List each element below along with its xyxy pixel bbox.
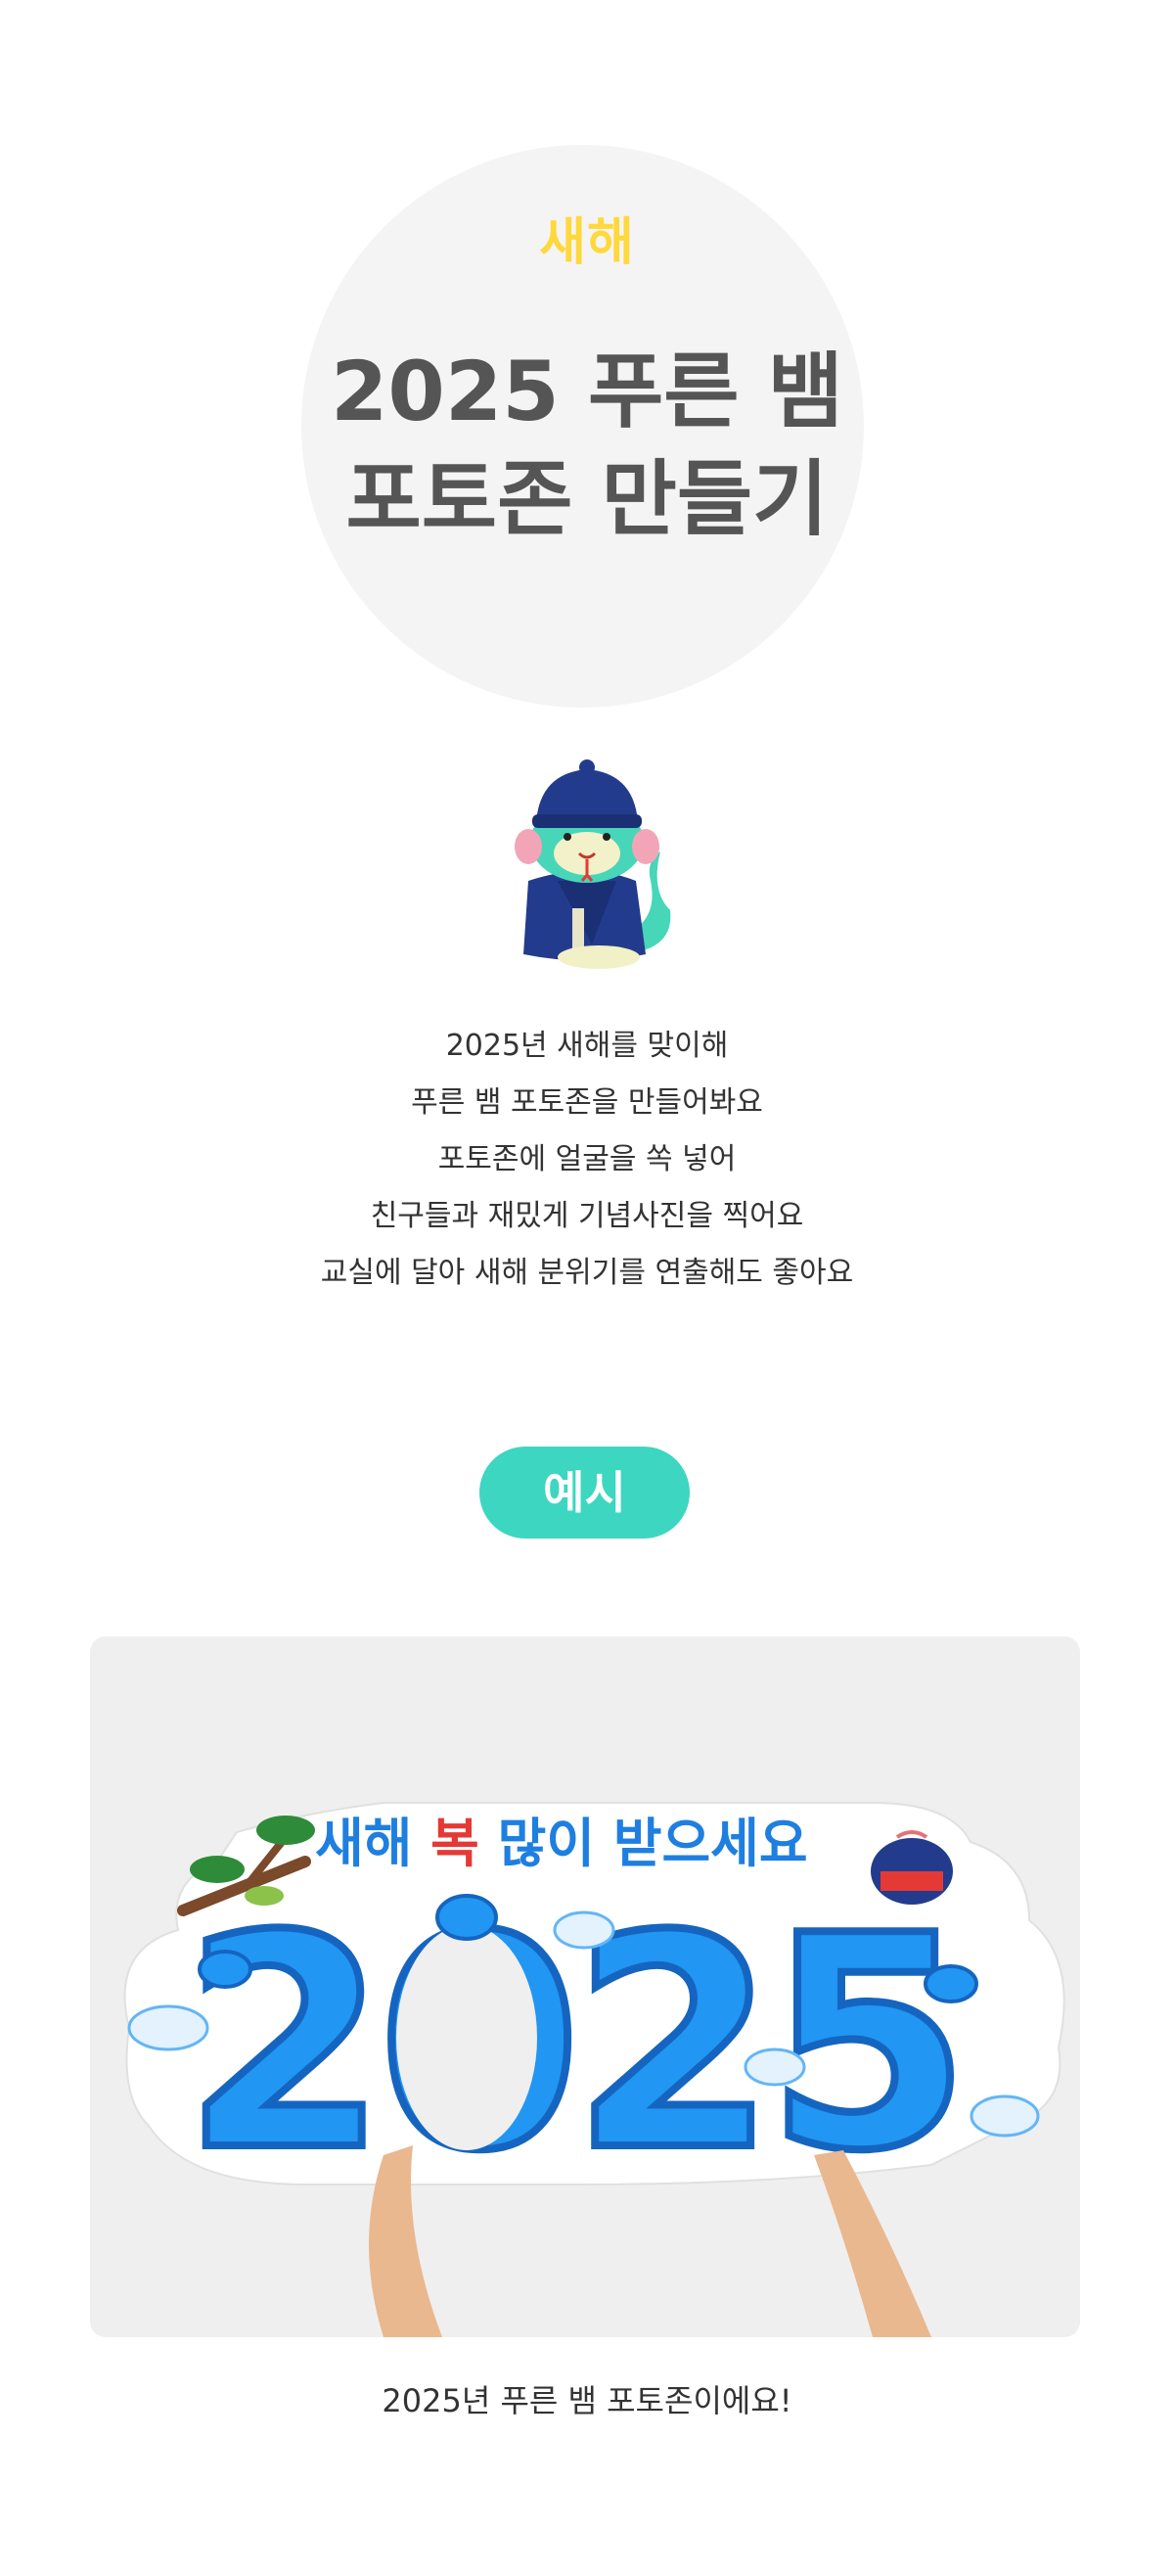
description-line: 교실에 달아 새해 분위기를 연출해도 좋아요: [320, 1256, 854, 1290]
snake-mascot-illustration: [515, 759, 671, 969]
photozone-illustration: 새해 복 많이 받으세요 2025: [123, 1802, 1065, 2337]
hero-eyebrow: 새해: [539, 213, 635, 272]
description-block: 2025년 새해를 맞이해 푸른 뱀 포토존을 만들어봐요 포토존에 얼굴을 쏙…: [0, 1018, 1174, 1302]
banner-text: 새해 복 많이 받으세요: [315, 1813, 808, 1874]
description-line: 포토존에 얼굴을 쏙 넣어: [437, 1142, 737, 1176]
hero-title-line1: 2025 푸른 뱀: [330, 344, 844, 439]
hero-title: 2025 푸른 뱀 포토존 만들기: [0, 338, 1174, 553]
photo-caption: 2025년 푸른 뱀 포토존이에요!: [382, 2382, 792, 2419]
description-line: 친구들과 재밌게 기념사진을 찍어요: [370, 1199, 804, 1233]
description-line: 푸른 뱀 포토존을 만들어봐요: [411, 1085, 763, 1120]
description-line: 2025년 새해를 맞이해: [445, 1029, 729, 1063]
example-photo: 새해 복 많이 받으세요 2025: [90, 1636, 1080, 2337]
hero-title-line2: 포토존 만들기: [345, 451, 829, 547]
example-pill: 예시: [479, 1447, 690, 1539]
